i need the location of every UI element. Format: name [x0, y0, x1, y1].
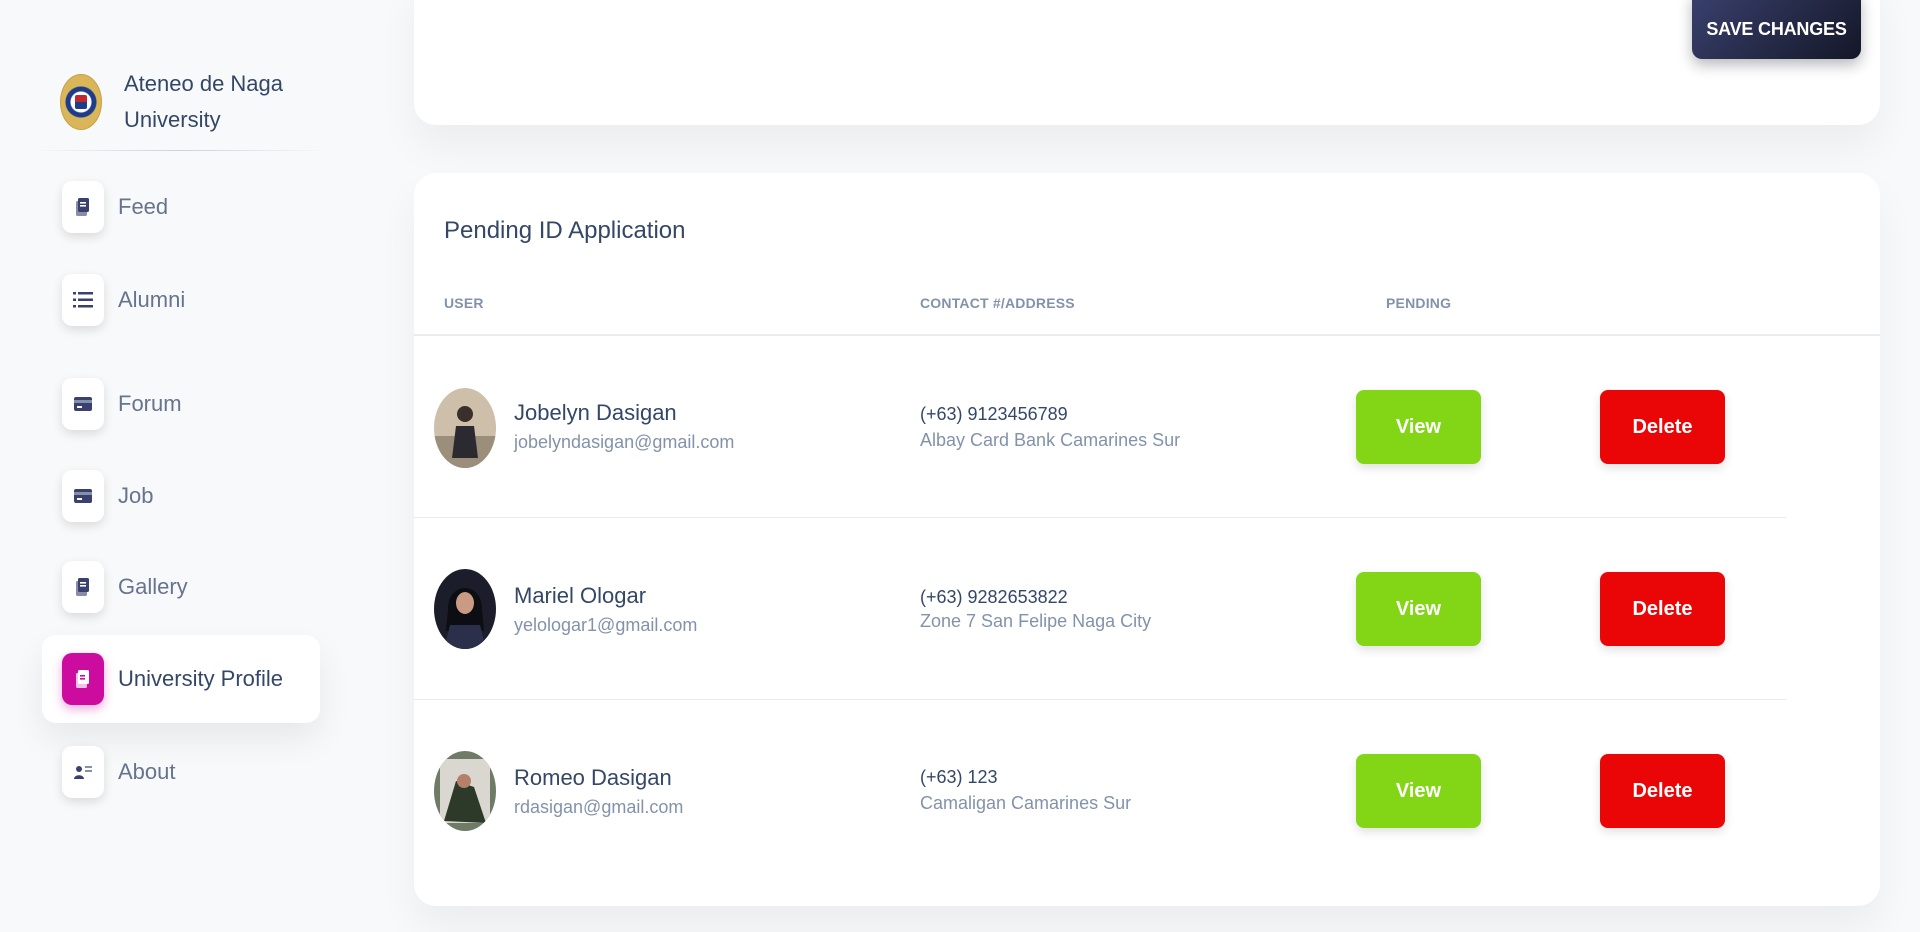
user-name: Jobelyn Dasigan — [514, 400, 677, 425]
user-email: rdasigan@gmail.com — [514, 797, 684, 817]
sidebar-divider — [30, 150, 330, 151]
card-title: Pending ID Application — [444, 217, 686, 244]
delete-button[interactable]: Delete — [1600, 390, 1725, 464]
user-email: jobelyndasigan@gmail.com — [514, 432, 735, 452]
user-email: yelologar1@gmail.com — [514, 615, 698, 635]
view-button[interactable]: View — [1356, 572, 1481, 646]
user-name: Mariel Ologar — [514, 583, 647, 608]
card-icon — [62, 378, 104, 430]
save-changes-button[interactable]: SAVE CHANGES — [1692, 0, 1861, 59]
view-button[interactable]: View — [1356, 390, 1481, 464]
avatar — [434, 569, 496, 649]
sidebar-item-label: Alumni — [118, 287, 186, 312]
sidebar-item-label: About — [118, 759, 176, 784]
pending-id-card: Pending ID Application USER CONTACT #/AD… — [414, 173, 1880, 906]
sidebar-item-label: Gallery — [118, 574, 188, 599]
avatar — [434, 751, 496, 831]
delete-button[interactable]: Delete — [1600, 754, 1725, 828]
column-header-user: USER — [444, 295, 484, 311]
column-header-contact: CONTACT #/ADDRESS — [920, 295, 1075, 311]
card-icon — [62, 470, 104, 522]
document-icon — [62, 653, 104, 705]
user-name: Romeo Dasigan — [514, 765, 672, 790]
column-header-pending: PENDING — [1386, 295, 1452, 311]
table-row: Jobelyn Dasigan jobelyndasigan@gmail.com… — [414, 336, 1880, 518]
brand[interactable]: Ateneo de Naga University — [60, 66, 284, 138]
table-row: Mariel Ologar yelologar1@gmail.com (+63)… — [414, 518, 1880, 700]
contact-address: Albay Card Bank Camarines Sur — [920, 430, 1181, 450]
sidebar-item-alumni[interactable]: Alumni — [42, 256, 320, 344]
contact-address: Zone 7 San Felipe Naga City — [920, 611, 1152, 631]
sidebar-item-job[interactable]: Job — [42, 452, 320, 540]
sidebar: Ateneo de Naga University Feed Alumni Fo… — [0, 0, 360, 932]
avatar — [434, 388, 496, 468]
sidebar-item-university-profile[interactable]: University Profile — [42, 635, 320, 723]
contact-phone: (+63) 123 — [920, 767, 998, 787]
sidebar-item-label: Forum — [118, 391, 182, 416]
contact-phone: (+63) 9282653822 — [920, 587, 1068, 607]
university-seal-logo — [60, 74, 102, 130]
sidebar-item-label: Job — [118, 483, 154, 508]
document-icon — [62, 181, 104, 233]
contact-phone: (+63) 9123456789 — [920, 404, 1068, 424]
table-row: Romeo Dasigan rdasigan@gmail.com (+63) 1… — [414, 700, 1880, 882]
sidebar-item-label: University Profile — [118, 666, 284, 691]
user-icon — [62, 746, 104, 798]
sidebar-item-about[interactable]: About — [42, 728, 320, 816]
delete-button[interactable]: Delete — [1600, 572, 1725, 646]
list-icon — [62, 274, 104, 326]
profile-form-card — [414, 0, 1880, 125]
sidebar-item-label: Feed — [118, 194, 169, 219]
view-button[interactable]: View — [1356, 754, 1481, 828]
contact-address: Camaligan Camarines Sur — [920, 793, 1132, 813]
document-icon — [62, 561, 104, 613]
brand-name: Ateneo de Naga University — [124, 71, 284, 132]
sidebar-item-gallery[interactable]: Gallery — [42, 543, 320, 631]
sidebar-item-feed[interactable]: Feed — [42, 163, 320, 251]
sidebar-item-forum[interactable]: Forum — [42, 360, 320, 448]
